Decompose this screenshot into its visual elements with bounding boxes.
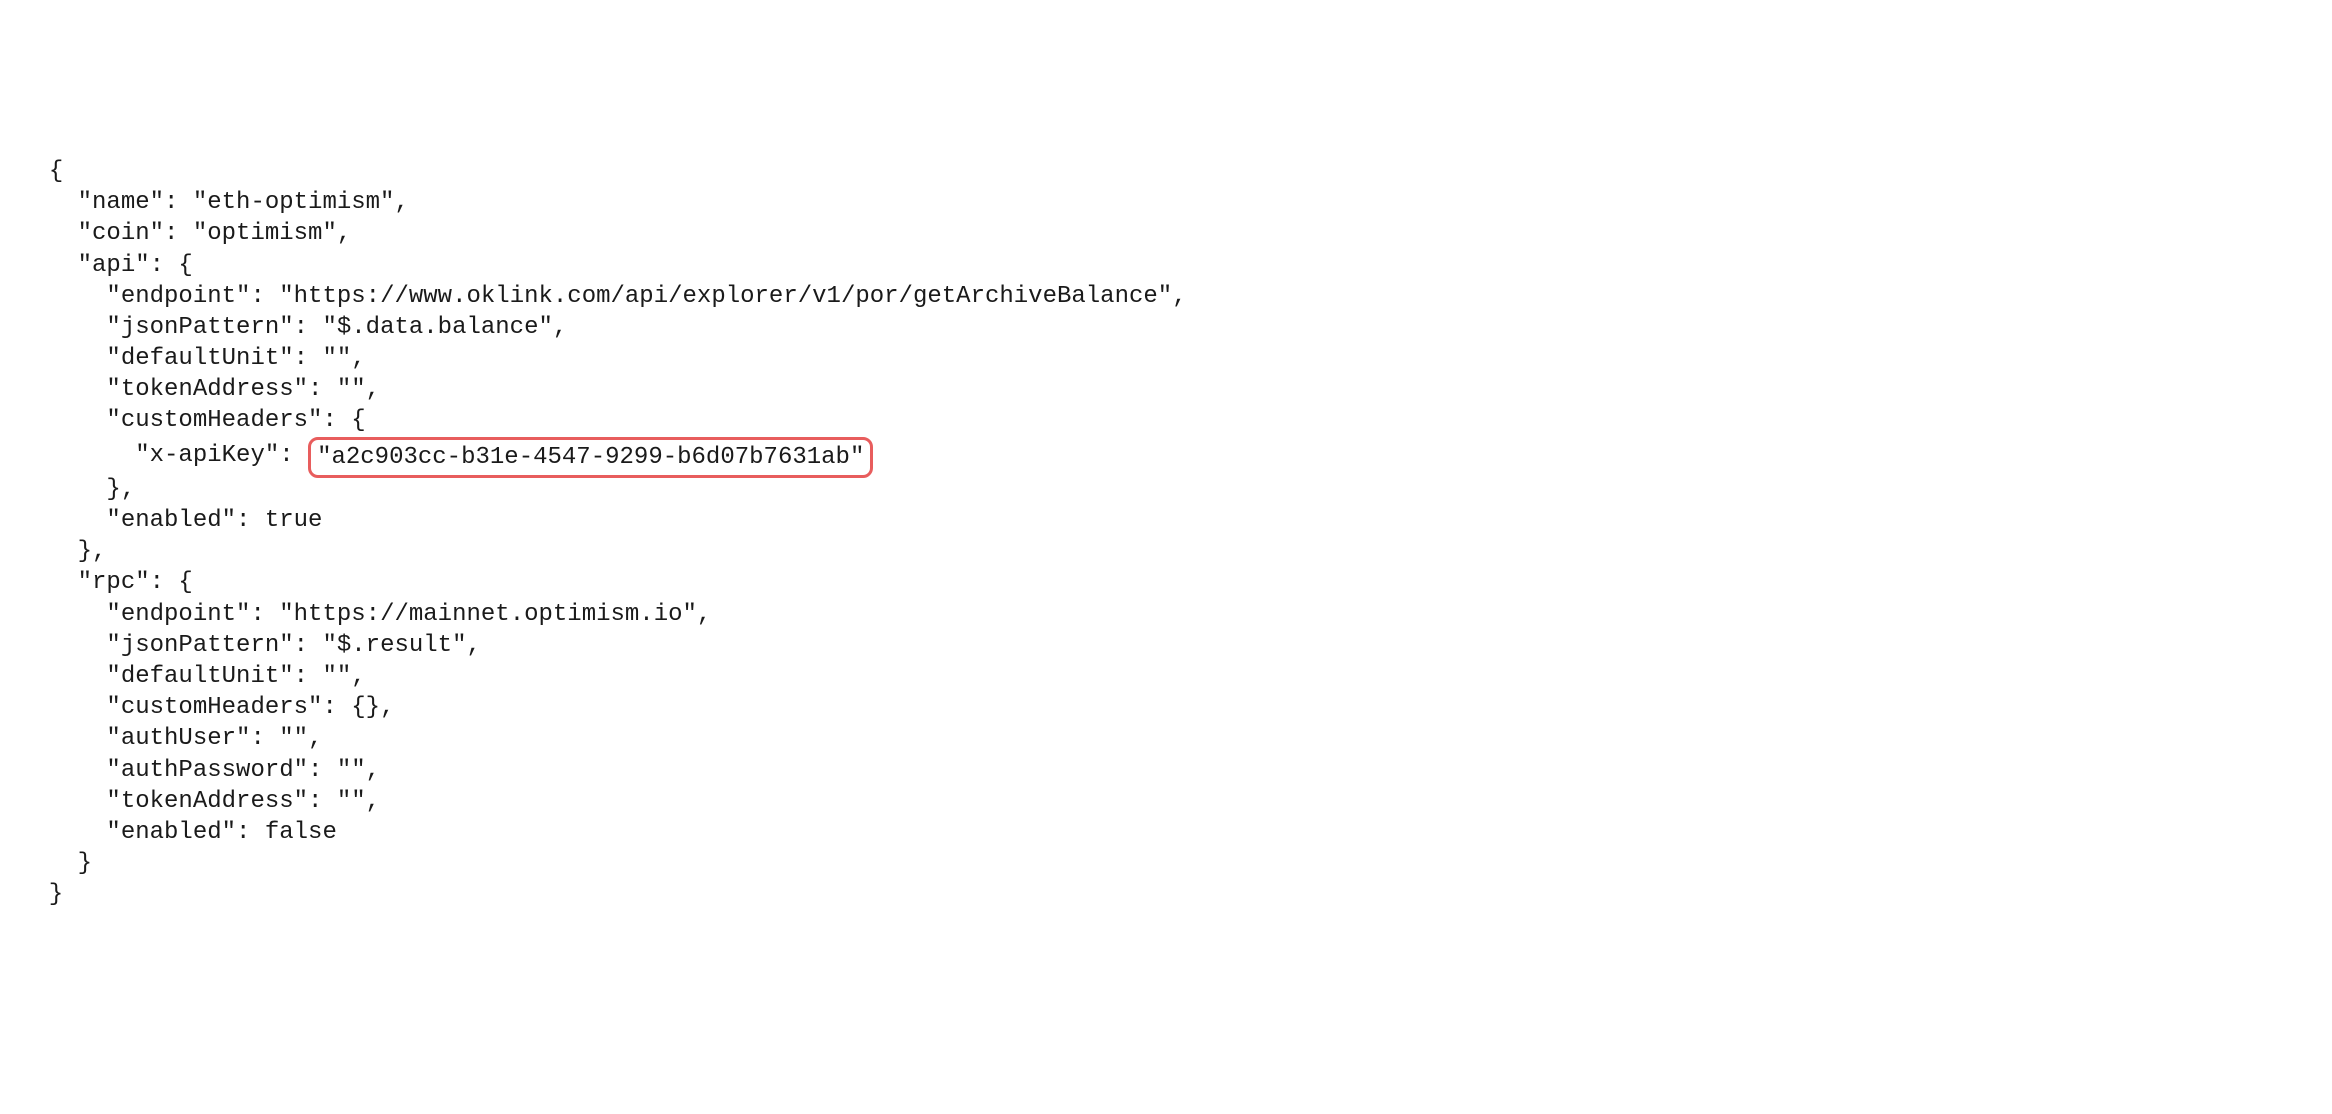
line-apikey-key: "x-apiKey": [20, 442, 294, 469]
line-rpc-customheaders-key: "customHeaders": [20, 694, 351, 721]
line-coin-suffix: , [337, 220, 351, 247]
line-rpc-defaultunit-key: "defaultUnit": [20, 663, 322, 690]
line-api-customheaders-open: "customHeaders": { [20, 407, 366, 434]
line-rpc-defaultunit-val: "" [322, 663, 351, 690]
line-coin-key: "coin": [20, 220, 193, 247]
line-rpc-enabled-key: "enabled": [20, 819, 265, 846]
line-rpc-jsonpattern-key: "jsonPattern": [20, 632, 322, 659]
line-rpc-customheaders-suffix: , [380, 694, 394, 721]
line-brace-open: { [49, 158, 63, 185]
line-api-defaultunit-key: "defaultUnit": [20, 345, 322, 372]
line-api-tokenaddress-val: "" [337, 376, 366, 403]
json-code-block: { "name": "eth-optimism", "coin": "optim… [0, 125, 2332, 911]
line-api-open: "api": { [20, 252, 193, 279]
line-api-jsonpattern-key: "jsonPattern": [20, 314, 322, 341]
line-brace-close: } [20, 881, 63, 908]
line-rpc-tokenaddress-key: "tokenAddress": [20, 788, 337, 815]
line-name-suffix: , [394, 189, 408, 216]
line-api-defaultunit-val: "" [322, 345, 351, 372]
line-rpc-open: "rpc": { [20, 569, 193, 596]
line-rpc-endpoint-key: "endpoint": [20, 601, 279, 628]
line-api-close: }, [20, 538, 106, 565]
line-rpc-authuser-key: "authUser": [20, 725, 279, 752]
line-rpc-endpoint-suffix: , [697, 601, 711, 628]
line-rpc-close: } [20, 850, 92, 877]
line-rpc-endpoint-val: "https://mainnet.optimism.io" [279, 601, 697, 628]
line-rpc-defaultunit-suffix: , [351, 663, 365, 690]
line-rpc-authpassword-val: "" [337, 757, 366, 784]
line-api-jsonpattern-suffix: , [553, 314, 567, 341]
line-api-tokenaddress-suffix: , [366, 376, 380, 403]
line-api-endpoint-key: "endpoint": [20, 283, 279, 310]
line-api-customheaders-close: }, [20, 476, 135, 503]
apikey-highlight-box: "a2c903cc-b31e-4547-9299-b6d07b7631ab" [308, 437, 873, 478]
line-rpc-tokenaddress-val: "" [337, 788, 366, 815]
line-rpc-authpassword-key: "authPassword": [20, 757, 337, 784]
line-rpc-customheaders-val: {} [351, 694, 380, 721]
line-rpc-jsonpattern-val: "$.result" [322, 632, 466, 659]
line-api-tokenaddress-key: "tokenAddress": [20, 376, 337, 403]
line-api-defaultunit-suffix: , [351, 345, 365, 372]
line-rpc-enabled-val: false [265, 819, 337, 846]
line-coin-val: "optimism" [193, 220, 337, 247]
line-rpc-authuser-suffix: , [308, 725, 322, 752]
line-name-val: "eth-optimism" [193, 189, 395, 216]
line-rpc-tokenaddress-suffix: , [366, 788, 380, 815]
line-rpc-authpassword-suffix: , [366, 757, 380, 784]
line-api-enabled-val: true [265, 507, 323, 534]
line-apikey-val: "a2c903cc-b31e-4547-9299-b6d07b7631ab" [317, 444, 864, 471]
line-rpc-authuser-val: "" [279, 725, 308, 752]
line-api-enabled-key: "enabled": [20, 507, 265, 534]
line-name-key: "name": [20, 189, 193, 216]
line-api-endpoint-suffix: , [1172, 283, 1186, 310]
line-api-endpoint-val: "https://www.oklink.com/api/explorer/v1/… [279, 283, 1172, 310]
line-rpc-jsonpattern-suffix: , [466, 632, 480, 659]
line-api-jsonpattern-val: "$.data.balance" [322, 314, 552, 341]
